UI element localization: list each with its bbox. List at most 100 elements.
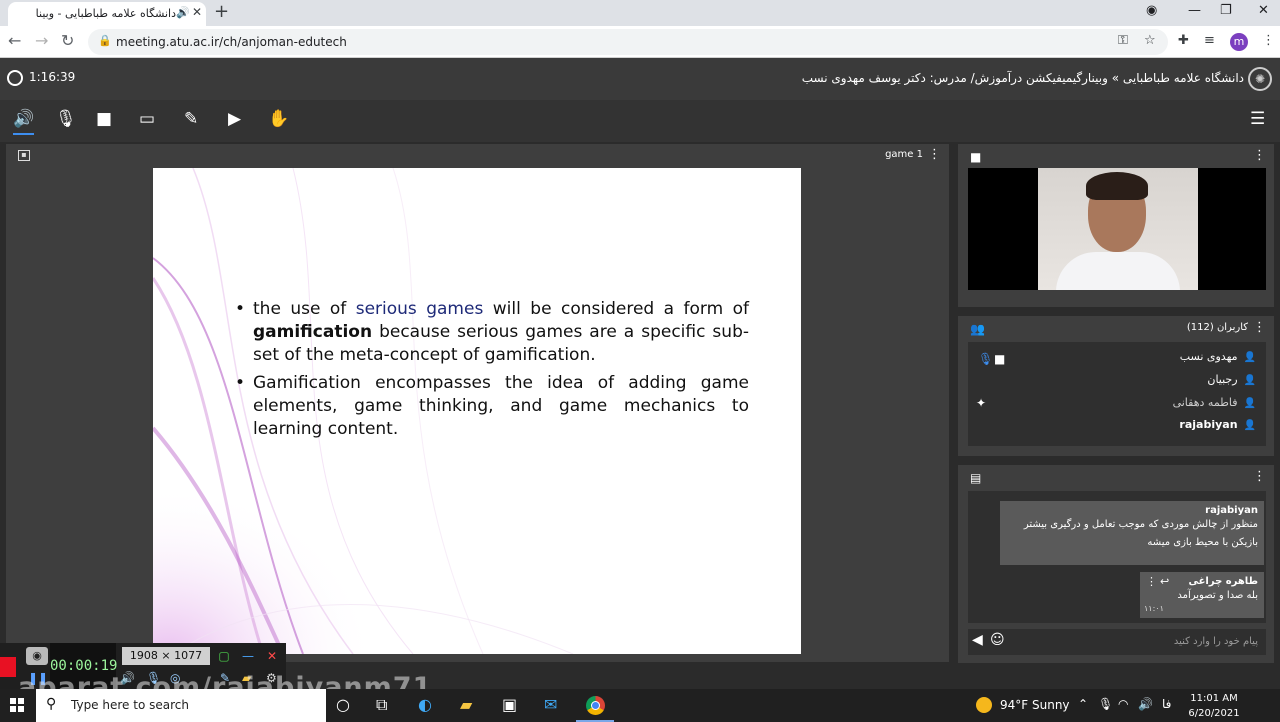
speaker-icon[interactable]: 🔊 [176,6,190,19]
edge-icon[interactable]: ◐ [418,695,432,714]
user-item[interactable]: 👤 مهدوی نسب [1180,350,1256,368]
moderator-icon: ✦ [976,396,987,410]
weather-text[interactable]: 94°F Sunny [1000,698,1070,712]
extensions-icon[interactable]: ✚ [1178,33,1189,48]
store-icon[interactable]: ▣ [502,695,517,714]
minimize-icon[interactable]: — [1188,3,1201,18]
tab-title: دانشگاه علامه طباطبایی - وبینار [36,7,176,20]
slide-bullets: the use of serious games will be conside… [235,298,749,446]
users-panel: 👥 کاربران (112) ⋮ 👤 مهدوی نسب 🎙 ■ 👤 رجبیان… [958,316,1274,456]
bullet-item: the use of serious games will be conside… [235,298,749,367]
message-sender: rajabiyan [1205,505,1258,516]
presenter-video [968,168,1266,290]
mail-icon[interactable]: ✉ [544,695,557,714]
recorder-close-icon[interactable]: ✕ [262,647,282,665]
browser-toolbar: ← → ↻ 🔒 meeting.atu.ac.ir/ch/anjoman-edu… [0,26,1280,58]
user-icon: 👤 [1243,375,1256,386]
input-language[interactable]: فا [1162,697,1171,711]
maximize-icon[interactable]: ❐ [1220,3,1232,18]
presenter-hair [1086,172,1148,200]
lock-icon: 🔒 [98,34,112,47]
message-menu-icon[interactable]: ⋮ [1146,575,1157,588]
video-panel: ■ ⋮ [958,144,1274,307]
hamburger-menu-icon[interactable]: ☰ [1250,109,1265,129]
key-icon[interactable]: ⚿ [1118,33,1128,48]
user-item[interactable]: 👤 رجبیان [1207,373,1256,391]
media-control-icon[interactable]: ◉ [1146,3,1157,18]
camera-icon: ■ [994,352,1006,366]
user-list: 👤 مهدوی نسب 🎙 ■ 👤 رجبیان 👤 فاطمه دهقانی ✦ 👤… [968,342,1266,446]
user-item[interactable]: 👤 rajabiyan [1179,418,1256,436]
windows-start-icon[interactable] [10,698,24,712]
panel-menu-icon[interactable]: ⋮ [1253,320,1266,335]
panel-menu-icon[interactable]: ⋮ [1253,469,1266,484]
session-timer: 1:16:39 [29,70,76,84]
chrome-icon[interactable] [586,696,605,715]
panel-menu-icon[interactable]: ⋮ [1253,148,1266,163]
minimize-panel-icon[interactable]: ▪ [18,150,30,161]
file-explorer-icon[interactable]: ▰ [460,695,472,714]
presenter-shirt [1056,252,1180,290]
region-select-icon[interactable]: ▢ [214,647,234,665]
chevron-up-icon[interactable]: ⌃ [1078,697,1088,711]
emoji-icon[interactable]: ☺ [990,632,1005,648]
meeting-toolbar: 🔊 🎙 ■ ▭ ✎ ▶ ✋ ☰ [0,100,1280,142]
volume-icon[interactable]: 🔊 [1138,697,1153,711]
sun-icon [976,697,992,713]
forward-icon[interactable]: → [35,31,48,50]
presentation-panel: ▪ game 1 ⋮ • the use of serious games wi… [6,144,949,662]
bullet-item: Gamification encompasses the idea of add… [235,372,749,441]
browser-menu-icon[interactable]: ⋮ [1262,33,1275,48]
raise-hand-icon[interactable]: ✋ [268,109,289,129]
camera-snapshot-icon[interactable]: ◉ [26,647,48,665]
mic-muted-icon[interactable]: 🎙 [55,109,77,129]
task-view-icon[interactable]: ⧉ [376,695,387,715]
play-media-icon[interactable]: ▶ [228,109,241,129]
window-close-icon[interactable]: ✕ [1258,3,1269,18]
message-text: بله صدا و تصویرآمد [1177,590,1258,601]
browser-tabstrip: دانشگاه علامه طباطبایی - وبینار 🔊 ✕ + ◉ … [0,0,1280,26]
reply-icon[interactable]: ↩ [1160,575,1169,588]
brush-icon[interactable]: ✎ [184,109,198,129]
university-logo: ✺ [1248,67,1272,91]
user-item[interactable]: 👤 فاطمه دهقانی [1173,396,1256,414]
chat-input[interactable]: پیام خود را وارد کنید ◀ ☺ [968,629,1266,655]
user-name: فاطمه دهقانی [1172,396,1238,409]
chat-icon: ▤ [970,471,982,485]
mic-tray-icon[interactable]: 🎙 [1098,697,1113,711]
speaker-icon[interactable]: 🔊 [13,109,35,135]
close-icon[interactable]: ✕ [192,5,202,19]
reload-icon[interactable]: ↻ [61,31,74,50]
browser-tab[interactable]: دانشگاه علامه طباطبایی - وبینار 🔊 ✕ [8,2,206,26]
clock-date: 6/20/2021 [1188,708,1240,719]
recorder-minimize-icon[interactable]: — [238,647,258,665]
send-icon[interactable]: ◀ [972,632,983,648]
presentation-title: game 1 [885,149,923,160]
message-text: منظور از چالش موردی که موجب تعامل و درگی… [1023,519,1258,548]
wifi-icon[interactable]: ◠ [1118,697,1128,711]
back-icon[interactable]: ← [8,31,21,50]
user-icon: 👤 [1243,398,1256,409]
bookmark-star-icon[interactable]: ☆ [1144,33,1156,48]
cortana-icon[interactable]: ○ [336,695,350,714]
address-bar[interactable]: 🔒 meeting.atu.ac.ir/ch/anjoman-edutech ⚿… [88,29,1168,55]
user-name: مهدوی نسب [1179,350,1238,363]
clock-time: 11:01 AM [1190,693,1238,704]
mic-icon: 🎙 [978,352,994,366]
bullet-text: Gamification encompasses the idea of add… [253,373,749,439]
taskbar-clock[interactable]: 11:01 AM 6/20/2021 [1186,691,1242,721]
screen-share-icon[interactable]: ▭ [139,109,155,129]
url-text: meeting.atu.ac.ir/ch/anjoman-edutech [116,35,347,49]
camera-icon[interactable]: ■ [96,109,112,129]
users-count: کاربران (112) [1186,322,1248,333]
taskbar-search[interactable]: ⚲ Type here to search [36,689,326,722]
profile-avatar[interactable]: m [1230,33,1248,51]
bullet-bold: gamification [253,322,373,342]
reading-list-icon[interactable]: ≡ [1204,33,1215,48]
bullet-text: the use of [253,299,356,319]
search-icon: ⚲ [46,696,57,712]
new-tab-icon[interactable]: + [214,1,229,22]
slide: the use of serious games will be conside… [153,168,801,654]
panel-menu-icon[interactable]: ⋮ [928,147,941,162]
record-stop-button[interactable] [0,657,16,677]
